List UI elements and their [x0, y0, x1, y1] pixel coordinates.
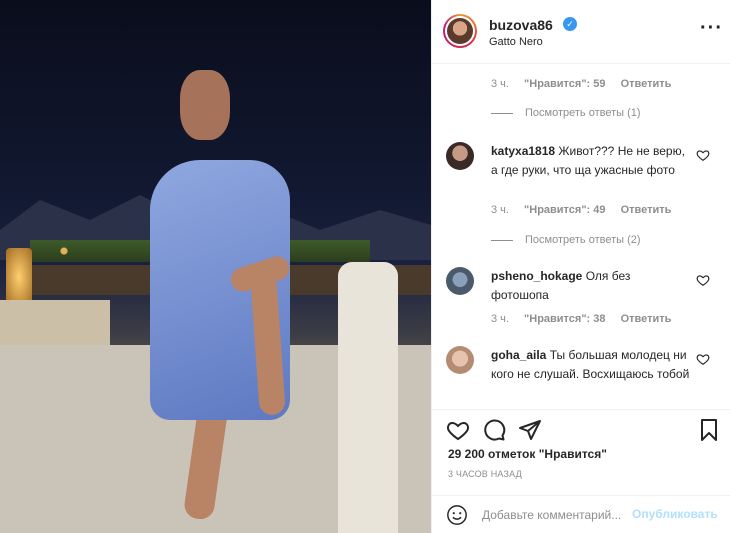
- reply-button[interactable]: Ответить: [621, 78, 672, 90]
- location-link[interactable]: Gatto Nero: [489, 36, 543, 48]
- commenter-username[interactable]: psheno_hokage: [491, 269, 582, 283]
- share-paper-plane-icon[interactable]: [518, 418, 542, 442]
- comment-meta: 3 ч. "Нравится": 59 Ответить: [491, 78, 671, 90]
- reply-button[interactable]: Ответить: [621, 204, 672, 216]
- comment-text: goha_aila Ты большая молодец ни кого не …: [491, 346, 691, 384]
- like-heart-icon[interactable]: [446, 418, 470, 442]
- avatar-picture: [447, 18, 473, 44]
- chair: [338, 262, 398, 533]
- heart-icon[interactable]: [696, 148, 710, 162]
- author-username[interactable]: buzova86: [489, 17, 553, 33]
- table-lamp: [6, 248, 32, 306]
- post-image[interactable]: [0, 0, 431, 533]
- commenter-username[interactable]: goha_aila: [491, 348, 546, 362]
- woman-head: [180, 70, 230, 140]
- avatar[interactable]: [443, 14, 477, 48]
- comment-time: 3 ч.: [491, 78, 509, 90]
- view-replies-label: Посмотреть ответы (1): [525, 107, 641, 119]
- likes-count[interactable]: 29 200 отметок "Нравится": [448, 447, 607, 461]
- post-header: buzova86 ✓ Gatto Nero ···: [432, 0, 730, 64]
- more-horizontal-icon[interactable]: ···: [700, 18, 723, 38]
- comment-likes[interactable]: "Нравится": 38: [524, 313, 605, 325]
- divider-line: [491, 239, 513, 241]
- view-replies-button[interactable]: Посмотреть ответы (2): [491, 234, 641, 246]
- post-sidebar: buzova86 ✓ Gatto Nero ··· 3 ч. "Нравится…: [431, 0, 730, 533]
- comment-input[interactable]: [482, 506, 642, 524]
- comment-text: katyxa1818 Живот??? Не не верю, а где ру…: [491, 142, 691, 180]
- view-replies-label: Посмотреть ответы (2): [525, 234, 641, 246]
- comment-meta: 3 ч. "Нравится": 38 Ответить: [491, 313, 671, 325]
- bookmark-icon[interactable]: [697, 418, 721, 442]
- comment-item: goha_aila Ты большая молодец ни кого не …: [446, 346, 716, 406]
- comments-list: 3 ч. "Нравится": 59 Ответить Посмотреть …: [432, 65, 730, 409]
- comment-likes[interactable]: "Нравится": 59: [524, 78, 605, 90]
- view-replies-button[interactable]: Посмотреть ответы (1): [491, 107, 641, 119]
- comment-likes[interactable]: "Нравится": 49: [524, 204, 605, 216]
- heart-icon[interactable]: [696, 352, 710, 366]
- commenter-avatar[interactable]: [446, 267, 474, 295]
- heart-icon[interactable]: [696, 273, 710, 287]
- publish-button[interactable]: Опубликовать: [632, 507, 718, 521]
- comment-time: 3 ч.: [491, 313, 509, 325]
- comment-meta: 3 ч. "Нравится": 49 Ответить: [491, 204, 671, 216]
- add-comment-bar: Опубликовать: [432, 495, 730, 533]
- commenter-username[interactable]: katyxa1818: [491, 144, 555, 158]
- comment-bubble-icon[interactable]: [482, 418, 506, 442]
- commenter-avatar[interactable]: [446, 346, 474, 374]
- comment-time: 3 ч.: [491, 204, 509, 216]
- comment-text: psheno_hokage Оля без фотошопа: [491, 267, 691, 305]
- commenter-avatar[interactable]: [446, 142, 474, 170]
- post-timestamp[interactable]: 3 ЧАСОВ НАЗАД: [448, 469, 522, 479]
- emoji-icon[interactable]: [446, 504, 468, 526]
- reply-button[interactable]: Ответить: [621, 313, 672, 325]
- comment-item: katyxa1818 Живот??? Не не верю, а где ру…: [446, 142, 716, 212]
- verified-badge-icon: ✓: [563, 17, 577, 31]
- divider-line: [491, 112, 513, 114]
- post-actions: 29 200 отметок "Нравится" 3 ЧАСОВ НАЗАД: [432, 409, 730, 509]
- comment-item: psheno_hokage Оля без фотошопа: [446, 267, 716, 307]
